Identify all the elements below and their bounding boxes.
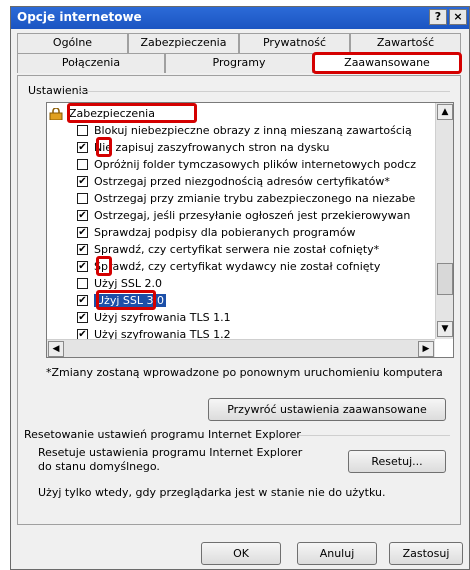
annotation-checkbox-box-2: [96, 256, 112, 276]
title-bar: Opcje internetowe ? ×: [11, 7, 469, 29]
reset-description: Resetuje ustawienia programu Internet Ex…: [38, 446, 303, 473]
scroll-left-button[interactable]: ◀: [48, 341, 64, 357]
settings-list[interactable]: Zabezpieczenia Blokuj niebezpieczne obra…: [46, 102, 454, 358]
setting-checkbox[interactable]: ✔: [77, 227, 88, 238]
annotation-checkbox-box-1: [96, 137, 112, 157]
setting-label: Nie zapisuj zaszyfrowanych stron na dysk…: [94, 141, 330, 154]
setting-checkbox[interactable]: ✔: [77, 329, 88, 339]
setting-label: Użyj szyfrowania TLS 1.1: [94, 311, 231, 324]
cancel-button[interactable]: Anuluj: [297, 542, 377, 565]
setting-row[interactable]: Opróżnij folder tymczasowych plików inte…: [49, 156, 433, 173]
ok-button[interactable]: OK: [201, 542, 281, 565]
scroll-down-button[interactable]: ▼: [437, 321, 453, 337]
tab-general[interactable]: Ogólne: [17, 33, 128, 53]
scroll-up-button[interactable]: ▲: [437, 104, 453, 120]
tab-privacy[interactable]: Prywatność: [239, 33, 350, 53]
reset-group-label: Resetowanie ustawień programu Internet E…: [24, 428, 301, 441]
tab-security[interactable]: Zabezpieczenia: [128, 33, 239, 53]
tab-row-1: Ogólne Zabezpieczenia Prywatność Zawarto…: [17, 33, 461, 53]
setting-checkbox[interactable]: ✔: [77, 295, 88, 306]
setting-checkbox[interactable]: ✔: [77, 261, 88, 272]
setting-row[interactable]: ✔ Użyj szyfrowania TLS 1.2: [49, 326, 433, 339]
close-button[interactable]: ×: [449, 9, 467, 25]
settings-horizontal-scrollbar[interactable]: ◀ ▶: [47, 339, 435, 357]
setting-row[interactable]: Ostrzegaj przy zmianie trybu zabezpieczo…: [49, 190, 433, 207]
setting-row[interactable]: ✔ Ostrzegaj przed niezgodnością adresów c…: [49, 173, 433, 190]
tab-strip: Ogólne Zabezpieczenia Prywatność Zawarto…: [17, 33, 462, 74]
advanced-panel: Ustawienia Zabezpieczenia Blokuj niebezp…: [17, 75, 461, 525]
tab-connections[interactable]: Połączenia: [17, 53, 165, 73]
restart-note: *Zmiany zostaną wprowadzone po ponownym …: [46, 366, 443, 379]
scroll-right-button[interactable]: ▶: [418, 341, 434, 357]
setting-row[interactable]: ✔ Użyj szyfrowania TLS 1.1: [49, 309, 433, 326]
internet-options-dialog: Opcje internetowe ? × Ogólne Zabezpiecze…: [10, 6, 470, 570]
setting-row[interactable]: ✔ Sprawdzaj podpisy dla pobieranych progr…: [49, 224, 433, 241]
setting-checkbox[interactable]: [77, 159, 88, 170]
setting-label: Sprawdź, czy certyfikat wydawcy nie zost…: [94, 260, 381, 273]
setting-label: Sprawdzaj podpisy dla pobieranych progra…: [94, 226, 356, 239]
scroll-thumb[interactable]: [437, 263, 453, 295]
setting-checkbox[interactable]: [77, 125, 88, 136]
help-button[interactable]: ?: [429, 9, 447, 25]
window-title: Opcje internetowe: [17, 10, 142, 24]
setting-checkbox[interactable]: ✔: [77, 244, 88, 255]
setting-label: Użyj SSL 2.0: [94, 277, 162, 290]
setting-label: Użyj szyfrowania TLS 1.2: [94, 328, 231, 339]
tab-row-2: Połączenia Programy Zaawansowane: [17, 52, 462, 74]
setting-label: Ostrzegaj przed niezgodnością adresów ce…: [94, 175, 390, 188]
annotation-header-box: [67, 103, 197, 123]
settings-vertical-scrollbar[interactable]: ▲ ▼: [435, 103, 453, 339]
setting-label: Sprawdź, czy certyfikat serwera nie zost…: [94, 243, 380, 256]
annotation-ssl3-box: [96, 290, 156, 310]
reset-button[interactable]: Resetuj...: [348, 450, 446, 473]
setting-label: Ostrzegaj przy zmianie trybu zabezpieczo…: [94, 192, 416, 205]
reset-group-divider: [298, 435, 450, 436]
setting-row[interactable]: ✔ Ostrzegaj, jeśli przesyłanie ogłoszeń j…: [49, 207, 433, 224]
setting-label: Ostrzegaj, jeśli przesyłanie ogłoszeń je…: [94, 209, 411, 222]
lock-icon: [49, 107, 63, 120]
setting-checkbox[interactable]: ✔: [77, 142, 88, 153]
setting-checkbox[interactable]: ✔: [77, 210, 88, 221]
setting-checkbox[interactable]: [77, 278, 88, 289]
apply-button[interactable]: Zastosuj: [389, 542, 463, 565]
tab-content[interactable]: Zawartość: [350, 33, 461, 53]
reset-warning: Użyj tylko wtedy, gdy przeglądarka jest …: [38, 486, 386, 499]
setting-checkbox[interactable]: ✔: [77, 176, 88, 187]
settings-group-divider: [78, 91, 450, 92]
setting-label: Blokuj niebezpieczne obrazy z inną miesz…: [94, 124, 412, 137]
tab-programs[interactable]: Programy: [165, 53, 313, 73]
setting-label: Opróżnij folder tymczasowych plików inte…: [94, 158, 417, 171]
restore-advanced-button[interactable]: Przywróć ustawienia zaawansowane: [208, 398, 446, 421]
setting-checkbox[interactable]: [77, 193, 88, 204]
setting-checkbox[interactable]: ✔: [77, 312, 88, 323]
tab-advanced[interactable]: Zaawansowane: [312, 52, 462, 74]
